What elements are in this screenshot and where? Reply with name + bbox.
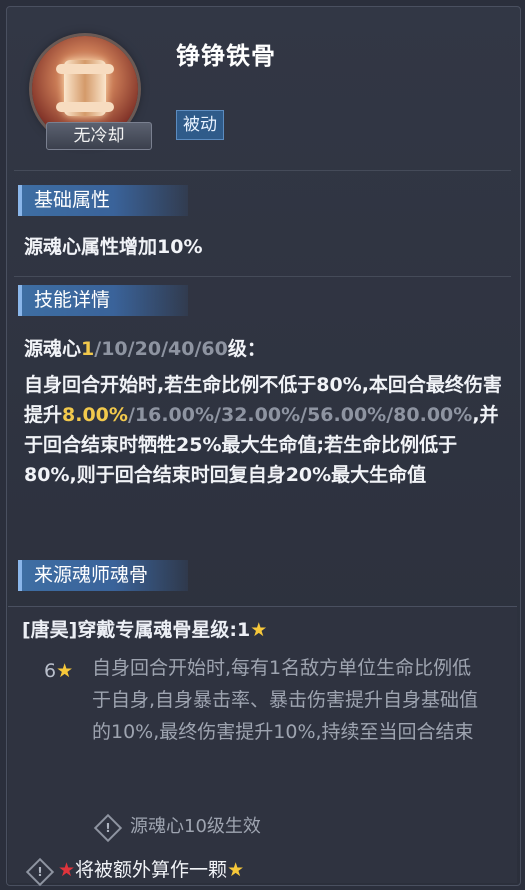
level-prefix: 源魂心 bbox=[24, 338, 82, 360]
value-inactive: 16.00% bbox=[134, 404, 215, 426]
extra-note-line: ★将被额外算作一颗★ bbox=[58, 857, 244, 883]
section-header-skill-detail: 技能详情 bbox=[18, 285, 188, 316]
extra-note-text: 将被额外算作一颗 bbox=[75, 859, 228, 881]
value-active: 8.00% bbox=[62, 404, 128, 426]
bone-graphic bbox=[56, 60, 114, 116]
star-icon: ★ bbox=[56, 660, 74, 682]
section-header-source: 来源魂师魂骨 bbox=[18, 560, 188, 591]
level-value: 10 bbox=[101, 338, 128, 360]
section-header-basic-attr: 基础属性 bbox=[18, 185, 188, 216]
source-title: [唐昊]穿戴专属魂骨星级:1★ bbox=[22, 616, 267, 644]
star-icon: ★ bbox=[227, 859, 245, 881]
source-title-text: [唐昊]穿戴专属魂骨星级:1 bbox=[22, 619, 251, 641]
cooldown-label: 无冷却 bbox=[46, 122, 152, 150]
value-inactive: 32.00% bbox=[220, 404, 301, 426]
source-effect-text: 自身回合开始时,每有1名敌方单位生命比例低于自身,自身暴击率、暴击伤害提升自身基… bbox=[92, 657, 479, 743]
divider bbox=[14, 276, 511, 277]
level-value: 40 bbox=[168, 338, 195, 360]
level-line: 源魂心1/10/20/40/60级： bbox=[24, 338, 266, 360]
skill-type-badge: 被动 bbox=[176, 110, 224, 140]
star-icon: ★ bbox=[250, 619, 268, 641]
star-level-number: 6 bbox=[44, 660, 57, 682]
level-value-active: 1 bbox=[81, 338, 95, 360]
basic-attr-text: 源魂心属性增加10% bbox=[24, 236, 203, 258]
level-value: 60 bbox=[201, 338, 228, 360]
level-value: 20 bbox=[134, 338, 162, 360]
level-suffix: 级： bbox=[227, 338, 266, 360]
value-inactive: 80.00% bbox=[393, 404, 473, 426]
effect-star-level: 6★ bbox=[44, 656, 73, 686]
skill-name: 铮铮铁骨 bbox=[176, 42, 276, 70]
divider bbox=[14, 170, 511, 171]
skill-description: 自身回合开始时,若生命比例不低于80%,本回合最终伤害提升8.00%/16.00… bbox=[24, 374, 502, 486]
value-inactive: 56.00% bbox=[307, 404, 387, 426]
condition-text: 源魂心10级生效 bbox=[130, 816, 261, 837]
red-star-icon: ★ bbox=[58, 859, 76, 881]
